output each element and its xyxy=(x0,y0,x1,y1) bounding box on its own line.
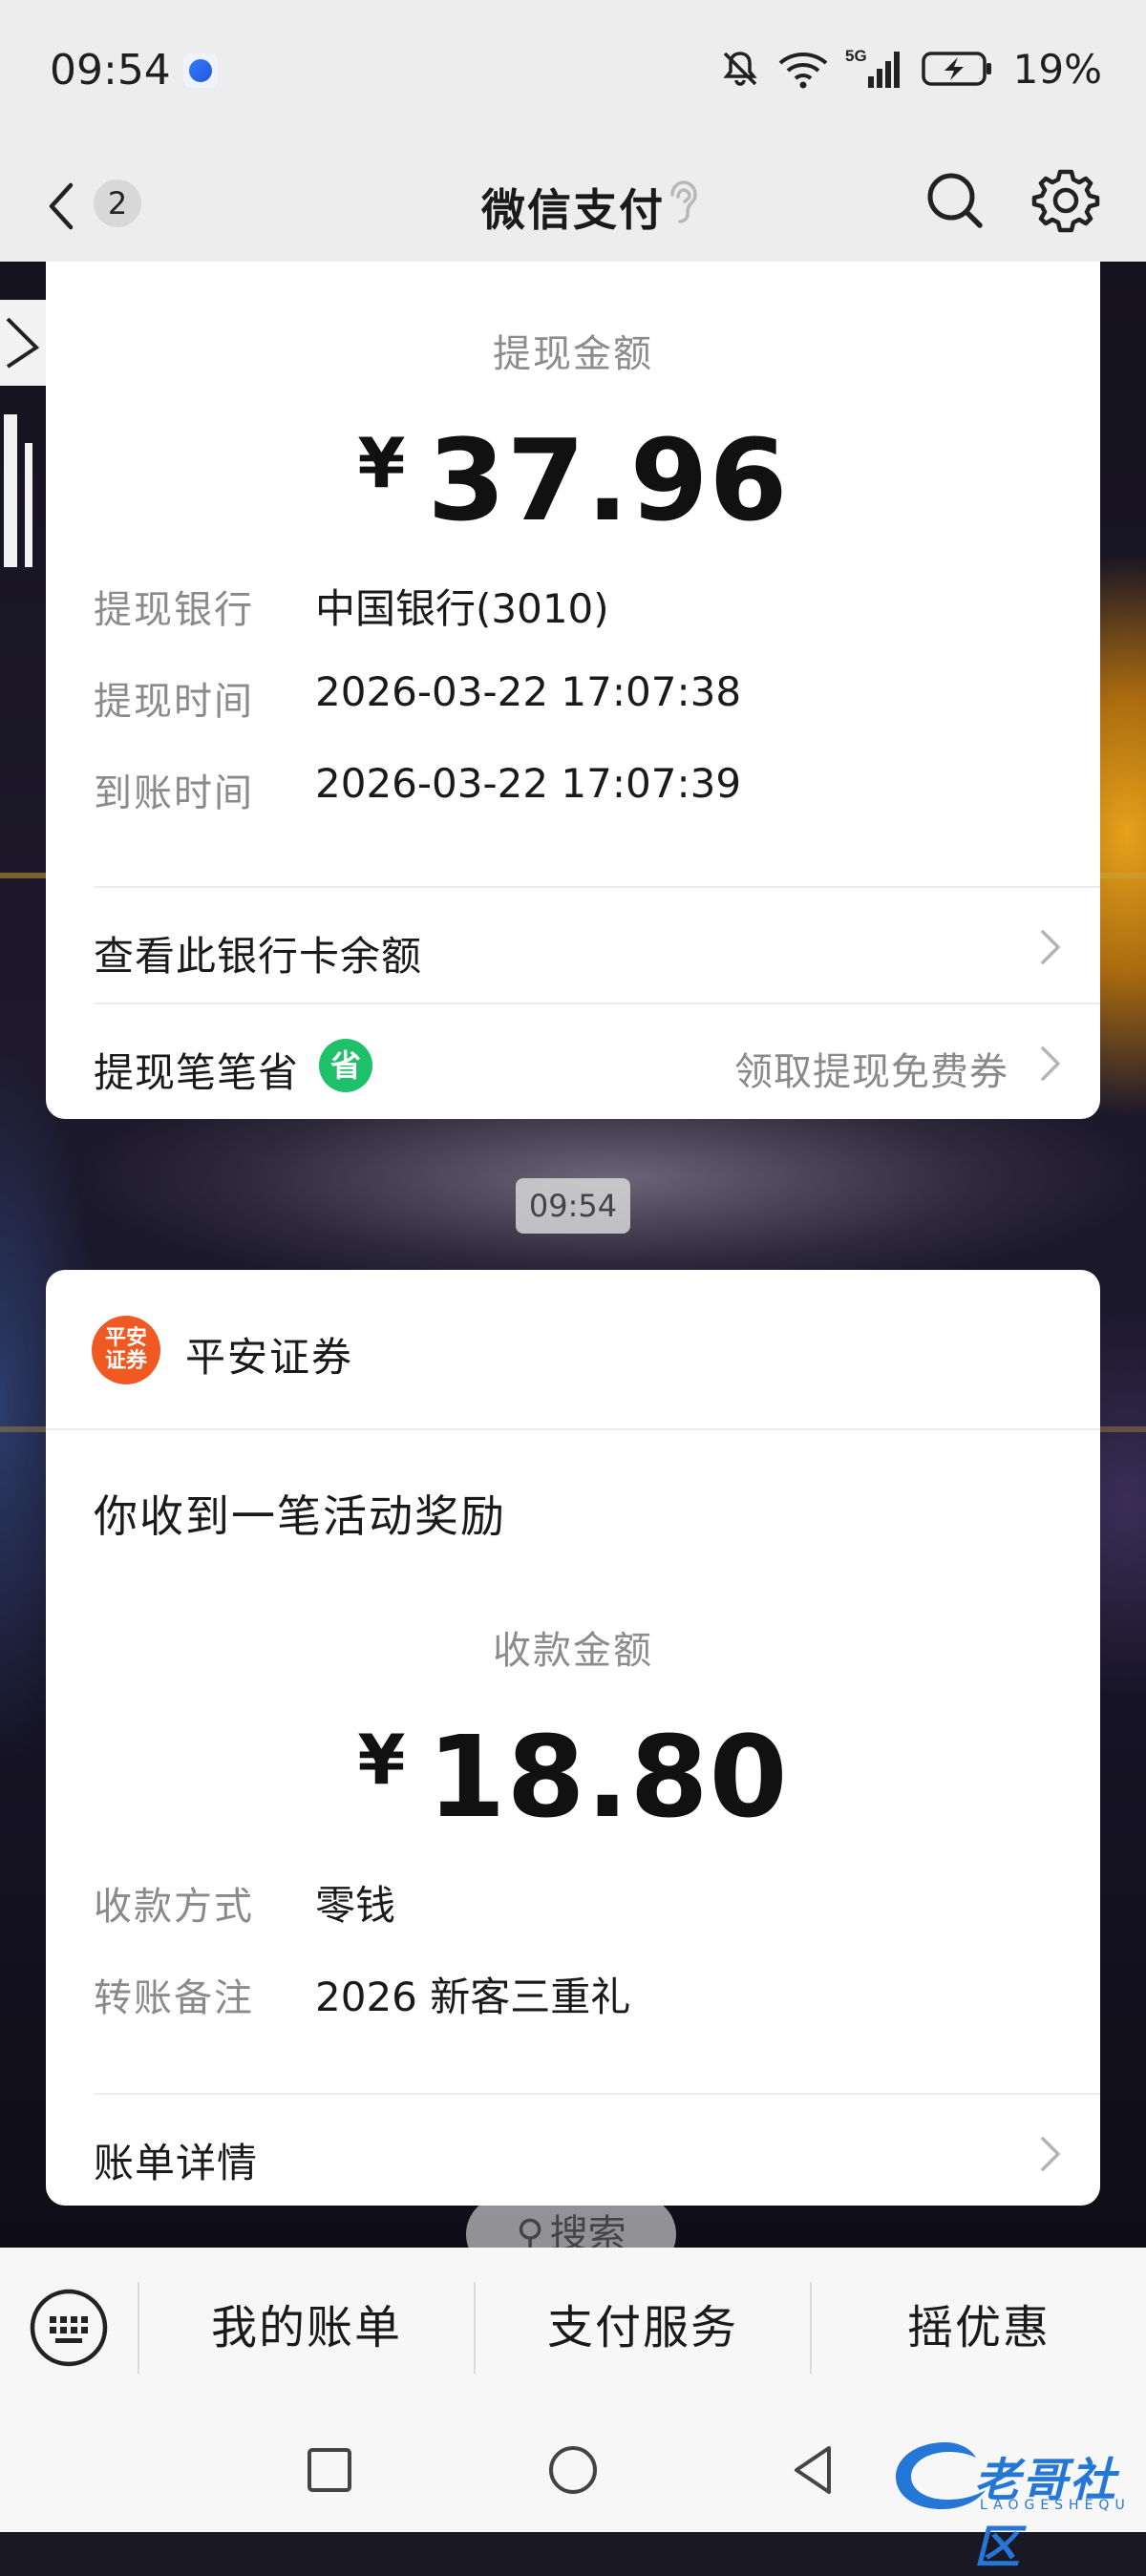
currency-symbol: ¥ xyxy=(357,423,407,503)
settings-button[interactable] xyxy=(1028,162,1104,239)
home-button[interactable] xyxy=(540,2437,606,2503)
status-time: 09:54 xyxy=(50,46,171,95)
coupon-link-text: 领取提现免费券 xyxy=(734,1050,1008,1094)
status-bar: 09:54 5G 19% xyxy=(0,0,1146,143)
reward-card[interactable]: 平安证券 平安证券 你收到一笔活动奖励 收款金额 ¥18.80 收款方式 零钱 … xyxy=(46,1270,1100,2206)
withdrawal-savings-link[interactable]: 提现笔笔省 省 领取提现免费券 xyxy=(46,1006,1100,1119)
sender-logo: 平安证券 xyxy=(92,1316,160,1384)
signal-5g-icon: 5G xyxy=(845,47,900,88)
gear-icon xyxy=(1031,169,1100,233)
menu-my-bills[interactable]: 我的账单 xyxy=(139,2248,474,2408)
detail-label: 转账备注 xyxy=(94,1976,254,2020)
chat-header: 2 微信支付 xyxy=(0,143,1146,262)
divider xyxy=(46,1428,1100,1430)
sender-name: 平安证券 xyxy=(185,1334,354,1381)
detail-value: 零钱 xyxy=(315,1882,396,1929)
battery-level: 19% xyxy=(1012,45,1102,93)
service-menu-bar: 我的账单 支付服务 摇优惠 xyxy=(0,2248,1146,2408)
detail-label: 到账时间 xyxy=(94,771,254,815)
search-button[interactable] xyxy=(917,162,993,239)
battery-charging-icon xyxy=(921,52,991,86)
keyboard-icon xyxy=(30,2289,108,2367)
amount-label: 收款金额 xyxy=(493,1629,653,1673)
circle-icon xyxy=(549,2446,597,2494)
search-icon xyxy=(927,173,983,228)
amount-number: 37.96 xyxy=(427,414,789,546)
back-nav-button[interactable] xyxy=(781,2437,848,2503)
divider xyxy=(94,886,1100,888)
sender-logo-text: 平安证券 xyxy=(104,1326,147,1373)
amount-value: ¥18.80 xyxy=(46,1711,1100,1843)
chevron-right-icon xyxy=(1041,2137,1060,2171)
amount-number: 18.80 xyxy=(427,1711,789,1843)
chevron-right-icon xyxy=(1041,930,1060,964)
ear-icon xyxy=(670,180,697,223)
square-icon xyxy=(308,2448,351,2492)
amount-label: 提现金额 xyxy=(493,332,653,376)
menu-payment-services[interactable]: 支付服务 xyxy=(476,2248,810,2408)
recents-button[interactable] xyxy=(296,2437,363,2503)
divider xyxy=(94,2093,1100,2095)
mute-bell-icon xyxy=(722,52,757,86)
search-icon: ⚲ xyxy=(516,2212,544,2248)
withdrawal-card[interactable]: 提现金额 ¥37.96 提现银行 中国银行(3010) 提现时间 2026-03… xyxy=(46,262,1100,1119)
message-timestamp: 09:54 xyxy=(516,1178,630,1234)
triangle-back-icon xyxy=(795,2446,831,2494)
menu-shake-deals[interactable]: 摇优惠 xyxy=(812,2248,1146,2408)
wifi-icon xyxy=(778,53,827,89)
watermark-subtext: LAOGESHEQU xyxy=(980,2498,1131,2513)
svg-text:5G: 5G xyxy=(845,47,867,65)
divider xyxy=(94,1003,1100,1004)
detail-label: 提现时间 xyxy=(94,680,254,724)
amount-value: ¥37.96 xyxy=(46,414,1100,546)
detail-value: 2026-03-22 17:07:38 xyxy=(315,668,742,715)
keyboard-toggle-button[interactable] xyxy=(29,2288,109,2368)
detail-value: 2026-03-22 17:07:39 xyxy=(315,760,742,807)
detail-label: 提现银行 xyxy=(94,588,254,632)
app-notification-icon xyxy=(183,53,218,88)
savings-badge: 省 xyxy=(319,1039,372,1092)
currency-symbol: ¥ xyxy=(357,1720,407,1800)
status-indicators: 5G 19% xyxy=(719,44,1102,94)
detail-value: 2026 新客三重礼 xyxy=(315,1974,631,2020)
view-balance-link[interactable]: 查看此银行卡余额 xyxy=(46,890,1100,1003)
detail-label: 收款方式 xyxy=(94,1885,254,1929)
detail-value: 中国银行(3010) xyxy=(315,585,609,632)
view-balance-label: 查看此银行卡余额 xyxy=(94,933,423,980)
chevron-right-icon xyxy=(1041,1046,1060,1081)
background-search-text: 搜索 xyxy=(549,2212,626,2248)
message-headline: 你收到一笔活动奖励 xyxy=(94,1490,506,1542)
watermark-logo: 老哥社区 LAOGESHEQU xyxy=(888,2429,1136,2574)
bill-details-label: 账单详情 xyxy=(94,2140,259,2186)
savings-label: 提现笔笔省 xyxy=(94,1049,300,1096)
bill-details-link[interactable]: 账单详情 xyxy=(46,2097,1100,2206)
